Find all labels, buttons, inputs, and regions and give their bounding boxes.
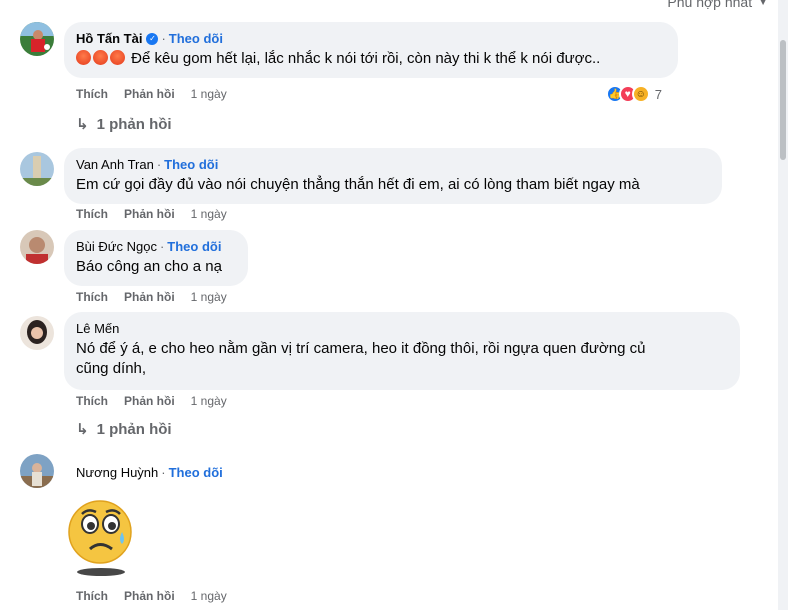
comment: Lê Mến Nó để ý á, e cho heo nằm gần vị t… [20,312,768,444]
reply-button[interactable]: Phản hồi [124,87,175,101]
reply-button[interactable]: Phản hồi [124,290,175,304]
reply-arrow-icon: ↳ [76,421,89,438]
avatar[interactable] [20,22,54,56]
like-button[interactable]: Thích [76,290,108,304]
verified-badge-icon: ✓ [146,32,159,45]
author-name[interactable]: Hồ Tấn Tài [76,30,142,47]
timestamp[interactable]: 1 ngày [191,589,227,603]
comment-bubble: Hồ Tấn Tài ✓ · Theo dõi Để kêu gom hết l… [64,22,678,78]
scrollbar-thumb[interactable] [780,40,786,160]
avatar[interactable] [20,152,54,186]
comment-text: Báo công an cho a nạ [76,258,222,275]
reply-button[interactable]: Phản hồi [124,589,175,603]
comment: Bùi Đức Ngọc · Theo dõi Báo công an cho … [20,230,768,310]
like-button[interactable]: Thích [76,87,108,101]
view-replies-link[interactable]: ↳ 1 phản hồi [76,420,172,439]
sticker [66,494,136,578]
timestamp[interactable]: 1 ngày [191,87,227,101]
author-name[interactable]: Bùi Đức Ngọc [76,238,157,255]
comment-bubble: Bùi Đức Ngọc · Theo dõi Báo công an cho … [64,230,248,286]
author-name[interactable]: Nương Huỳnh [76,464,158,481]
reply-button[interactable]: Phản hồi [124,394,175,408]
follow-button[interactable]: Theo dõi [167,238,221,255]
scrollbar[interactable] [778,0,788,610]
chevron-down-icon: ▼ [758,0,768,8]
angry-face-icon [110,50,125,65]
timestamp[interactable]: 1 ngày [191,290,227,304]
comment-bubble: Lê Mến Nó để ý á, e cho heo nằm gần vị t… [64,312,740,390]
avatar[interactable] [20,230,54,264]
avatar[interactable] [20,316,54,350]
author-name[interactable]: Lê Mến [76,320,119,337]
comment: Van Anh Tran · Theo dõi Em cứ gọi đầy đủ… [20,148,768,228]
comment-bubble: Van Anh Tran · Theo dõi Em cứ gọi đầy đủ… [64,148,722,204]
timestamp[interactable]: 1 ngày [191,207,227,221]
reaction-count: 7 [654,86,662,102]
reply-arrow-icon: ↳ [76,116,89,133]
comment-actions: Thích Phản hồi 1 ngày [76,87,227,101]
follow-button[interactable]: Theo dõi [164,156,218,173]
comment-text: Em cứ gọi đầy đủ vào nói chuyện thẳng th… [76,176,640,193]
view-replies-link[interactable]: ↳ 1 phản hồi [76,115,172,134]
angry-face-icon [93,50,108,65]
worried-crying-emoji-icon [68,500,132,576]
reply-button[interactable]: Phản hồi [124,207,175,221]
like-button[interactable]: Thích [76,207,108,221]
timestamp[interactable]: 1 ngày [191,394,227,408]
sort-dropdown[interactable]: Phù hợp nhất ▼ [667,0,768,10]
comment-actions: Thích Phản hồi 1 ngày [76,394,227,408]
like-button[interactable]: Thích [76,394,108,408]
follow-button[interactable]: Theo dõi [169,30,223,47]
comment-text: Để kêu gom hết lại, lắc nhắc k nói tới r… [76,49,666,69]
haha-reaction-icon: ☺ [631,85,650,103]
comment-actions: Thích Phản hồi 1 ngày [76,207,227,221]
follow-button[interactable]: Theo dõi [169,464,223,481]
angry-face-icon [76,50,91,65]
comment-actions: Thích Phản hồi 1 ngày [76,290,227,304]
like-button[interactable]: Thích [76,589,108,603]
avatar[interactable] [20,454,54,488]
comment-actions: Thích Phản hồi 1 ngày [76,589,227,603]
reaction-summary[interactable]: 👍 ♥ ☺ 7 [605,85,662,103]
comment: Nương Huỳnh · Theo dõi Thích Phản hồi 1 … [20,454,768,610]
comment: Hồ Tấn Tài ✓ · Theo dõi Để kêu gom hết l… [20,22,768,142]
comment-text: Nó để ý á, e cho heo nằm gần vị trí came… [76,340,646,377]
author-name[interactable]: Van Anh Tran [76,156,154,173]
sort-label: Phù hợp nhất [667,0,753,10]
